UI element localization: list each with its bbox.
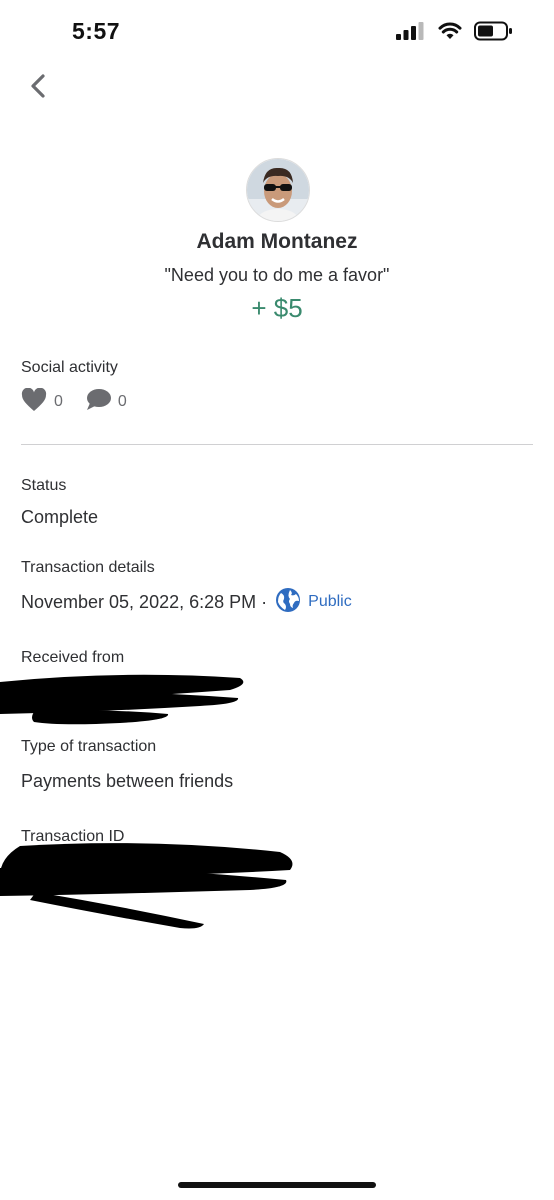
comment-button[interactable]: 0	[85, 388, 127, 417]
social-activity-label: Social activity	[21, 359, 118, 376]
transaction-details-label: Transaction details	[21, 559, 155, 576]
back-button[interactable]	[22, 72, 54, 104]
social-activity-row: 0 0	[21, 387, 127, 417]
redaction-scribble	[0, 843, 293, 929]
clock: 5:57	[72, 18, 121, 44]
avatar-photo	[247, 159, 309, 221]
status-bar: 5:57	[0, 0, 554, 60]
heart-icon	[21, 387, 47, 417]
cellular-signal-icon	[396, 21, 426, 45]
like-button[interactable]: 0	[21, 387, 63, 417]
redaction-scribble	[0, 674, 244, 725]
home-indicator[interactable]	[178, 1182, 376, 1188]
transaction-details-row: November 05, 2022, 6:28 PM · Public	[21, 587, 352, 618]
wifi-icon	[438, 22, 462, 45]
status-value: Complete	[21, 507, 99, 527]
counterparty-name[interactable]: Adam Montanez	[0, 230, 554, 254]
privacy-label: Public	[308, 593, 352, 610]
battery-icon	[474, 21, 514, 46]
avatar[interactable]	[246, 158, 310, 222]
payment-amount: + $5	[251, 293, 303, 323]
comment-bubble-icon	[85, 388, 111, 417]
chevron-left-icon	[28, 73, 48, 104]
received-from-label: Received from	[21, 649, 125, 666]
transaction-datetime: November 05, 2022, 6:28 PM ·	[21, 591, 268, 612]
status-icons	[396, 21, 514, 46]
privacy-setting[interactable]: Public	[275, 587, 352, 618]
transaction-type-value: Payments between friends	[21, 771, 234, 791]
transaction-type-label: Type of transaction	[21, 738, 157, 755]
divider	[21, 444, 533, 445]
comment-count: 0	[117, 393, 127, 410]
payment-note: "Need you to do me a favor"	[164, 265, 390, 285]
globe-icon	[275, 587, 301, 618]
like-count: 0	[54, 393, 63, 410]
status-label: Status	[21, 477, 67, 494]
